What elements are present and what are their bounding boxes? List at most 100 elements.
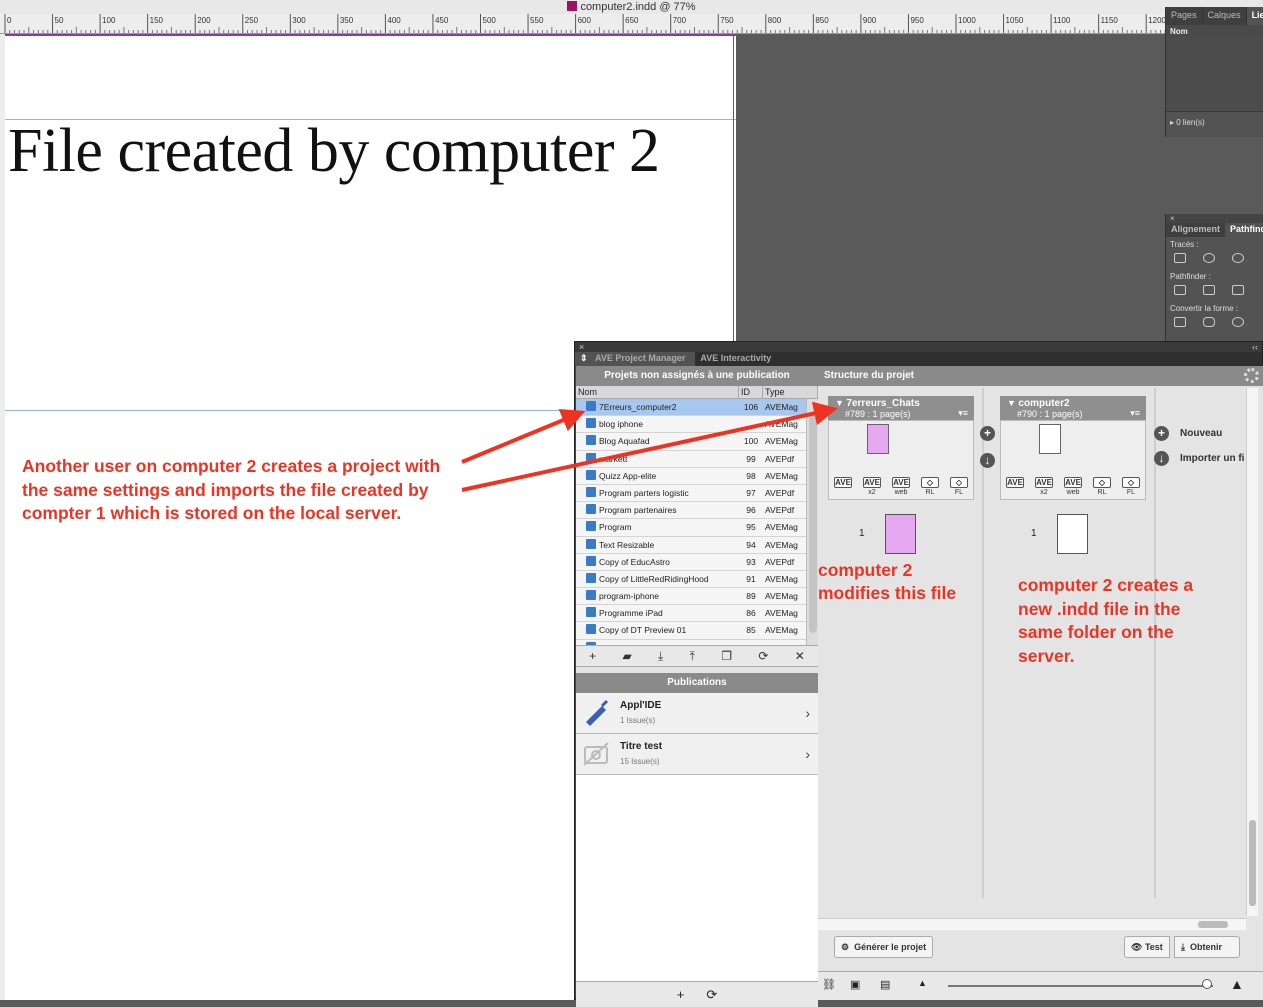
tab-calques[interactable]: Calques xyxy=(1203,7,1247,25)
link-icon[interactable]: ⛓ xyxy=(822,978,836,991)
export-format-icon[interactable]: AVE web xyxy=(890,477,912,497)
export-format-icon[interactable]: AVE x2 xyxy=(861,477,883,497)
structure-title: Structure du projet xyxy=(818,366,1263,386)
cube-icon xyxy=(586,486,596,497)
new-folder-icon[interactable]: ▰ xyxy=(622,649,631,663)
project-header[interactable]: ▼ computer2 #790 : 1 page(s) ▾≡ xyxy=(1000,396,1146,420)
subtract-shape-icon[interactable] xyxy=(1203,285,1215,295)
tab-ave-interactivity[interactable]: AVE Interactivity xyxy=(695,352,776,366)
add-project-icon[interactable]: + xyxy=(589,649,596,663)
project-row[interactable]: Text Resizable 94 AVEMag xyxy=(576,536,818,554)
col-name[interactable]: Nom xyxy=(576,386,739,398)
ellipse-icon[interactable] xyxy=(1232,317,1244,327)
delete-icon[interactable]: ✕ xyxy=(795,649,805,663)
page-thumbnail[interactable] xyxy=(1057,514,1088,554)
menu-icon[interactable]: ▾≡ xyxy=(1130,408,1140,418)
chevron-right-icon[interactable]: › xyxy=(805,705,810,721)
import-label[interactable]: Importer un fi xyxy=(1180,453,1244,464)
export-format-icon[interactable]: AVE x2 xyxy=(1033,477,1055,497)
export-format-icon[interactable]: ◇ FL xyxy=(1120,477,1142,497)
camera-icon[interactable]: ▣ xyxy=(850,978,860,991)
scroll-thumb[interactable] xyxy=(1198,921,1228,928)
project-row[interactable]: Blog Aquafad 100 AVEMag xyxy=(576,433,818,451)
project-row[interactable]: Program 95 AVEMag xyxy=(576,519,818,537)
project-row[interactable]: program-iphone 89 AVEMag xyxy=(576,588,818,606)
projects-toolbar: + ▰ ⤓ ⤒ ❐ ⟳ ✕ xyxy=(576,645,818,667)
zoom-in-icon[interactable]: ▲ xyxy=(1230,976,1244,992)
import-file-icon[interactable]: ↓ xyxy=(1154,451,1169,466)
structure-vscrollbar[interactable] xyxy=(1246,388,1258,916)
rounded-rectangle-icon[interactable] xyxy=(1203,317,1215,327)
project-name: Program parters logistic xyxy=(599,487,689,498)
ruler-label: 250 xyxy=(245,16,259,25)
project-row[interactable]: Programme iPad 86 AVEMag xyxy=(576,605,818,623)
links-list[interactable] xyxy=(1166,37,1263,112)
test-button[interactable]: 👁 Test xyxy=(1124,936,1170,958)
close-path-icon[interactable] xyxy=(1232,253,1244,263)
export-format-icon[interactable]: AVE xyxy=(832,477,854,497)
document-icon[interactable]: ▤ xyxy=(880,978,890,991)
chevron-right-icon[interactable]: › xyxy=(805,746,810,762)
export-format-icon[interactable]: ◇ FL xyxy=(948,477,970,497)
format-label: RL xyxy=(1097,489,1107,496)
cube-icon xyxy=(586,452,596,463)
zoom-slider-knob[interactable] xyxy=(1202,979,1212,989)
col-type[interactable]: Type xyxy=(763,386,818,398)
add-shape-icon[interactable] xyxy=(1174,285,1186,295)
structure-hscrollbar[interactable] xyxy=(818,918,1246,930)
generate-project-button[interactable]: ⚙ Générer le projet xyxy=(834,936,934,958)
project-card[interactable]: AVE AVE x2 AVE web ◇ RL ◇ FL xyxy=(828,420,974,500)
project-row[interactable]: markett 99 AVEPdf xyxy=(576,450,818,468)
zoom-out-icon[interactable]: ▲ xyxy=(918,978,927,988)
scroll-thumb[interactable] xyxy=(1249,820,1256,906)
export-format-icon[interactable]: ◇ RL xyxy=(1091,477,1113,497)
links-column-header[interactable]: Nom xyxy=(1166,25,1263,37)
page-thumbnail[interactable] xyxy=(885,514,916,554)
project-meta: #790 : 1 page(s) xyxy=(1017,409,1083,419)
get-button[interactable]: ⤓ Obtenir xyxy=(1174,936,1240,958)
export-format-icon[interactable]: AVE web xyxy=(1062,477,1084,497)
project-row[interactable]: Program parters logistic 97 AVEPdf xyxy=(576,484,818,503)
document-heading[interactable]: File created by computer 2 xyxy=(8,116,660,187)
upload-icon[interactable]: ⤒ xyxy=(690,649,695,664)
project-row[interactable]: Quizz App-elite 98 AVEMag xyxy=(576,467,818,485)
project-row[interactable]: Copy of DT Preview 01 85 AVEMag xyxy=(576,622,818,640)
refresh-icon[interactable]: ⟳ xyxy=(758,649,768,663)
project-row[interactable]: blog iphone AVEMag xyxy=(576,416,818,434)
tab-pages[interactable]: Pages xyxy=(1166,7,1203,25)
publication-item[interactable]: Appl'IDE 1 Issue(s) › xyxy=(576,693,818,734)
project-id: 89 xyxy=(746,591,756,602)
tab-ave-project-manager[interactable]: ⇕ AVE Project Manager xyxy=(575,352,696,366)
project-row[interactable]: Doc CORPORATE 84AVEMag xyxy=(576,639,818,645)
zoom-slider[interactable] xyxy=(948,985,1213,987)
scroll-thumb[interactable] xyxy=(809,413,817,633)
new-project-icon[interactable]: + xyxy=(1154,426,1169,441)
new-label[interactable]: Nouveau xyxy=(1180,428,1222,439)
publication-item[interactable]: Titre test 15 Issue(s) › xyxy=(576,734,818,775)
project-row[interactable]: Copy of LittleRedRidingHood 91 AVEMag xyxy=(576,570,818,589)
join-path-icon[interactable] xyxy=(1174,253,1186,263)
duplicate-icon[interactable]: ❐ xyxy=(721,649,732,663)
gear-icon[interactable] xyxy=(1244,368,1259,383)
project-header[interactable]: ▼ 7erreurs_Chats #789 : 1 page(s) ▾≡ xyxy=(828,396,974,420)
project-row[interactable]: Program partenaires 96 AVEPdf xyxy=(576,502,818,520)
close-icon[interactable]: × xyxy=(1166,214,1263,223)
collapse-icon[interactable]: ‹‹ xyxy=(1252,342,1258,352)
refresh-icon[interactable]: ⟳ xyxy=(706,987,717,1003)
export-format-icon[interactable]: AVE xyxy=(1004,477,1026,497)
close-icon[interactable]: × xyxy=(579,342,584,352)
menu-icon[interactable]: ▾≡ xyxy=(958,408,968,418)
project-row[interactable]: Copy of EducAstro 93 AVEPdf xyxy=(576,553,818,571)
col-id[interactable]: ID xyxy=(739,386,763,398)
tab-liens[interactable]: Lie xyxy=(1246,7,1263,25)
rectangle-icon[interactable] xyxy=(1174,317,1186,327)
tab-alignement[interactable]: Alignement xyxy=(1166,223,1225,237)
export-format-icon[interactable]: ◇ RL xyxy=(919,477,941,497)
open-path-icon[interactable] xyxy=(1203,253,1215,263)
intersect-shape-icon[interactable] xyxy=(1232,285,1244,295)
projects-scrollbar[interactable] xyxy=(806,399,818,645)
project-row[interactable]: 7Erreurs_computer2 106 AVEMag xyxy=(576,399,818,417)
download-icon[interactable]: ⤓ xyxy=(658,649,663,664)
project-card[interactable]: AVE AVE x2 AVE web ◇ RL ◇ FL xyxy=(1000,420,1146,500)
tab-pathfinder[interactable]: Pathfind xyxy=(1225,223,1263,237)
